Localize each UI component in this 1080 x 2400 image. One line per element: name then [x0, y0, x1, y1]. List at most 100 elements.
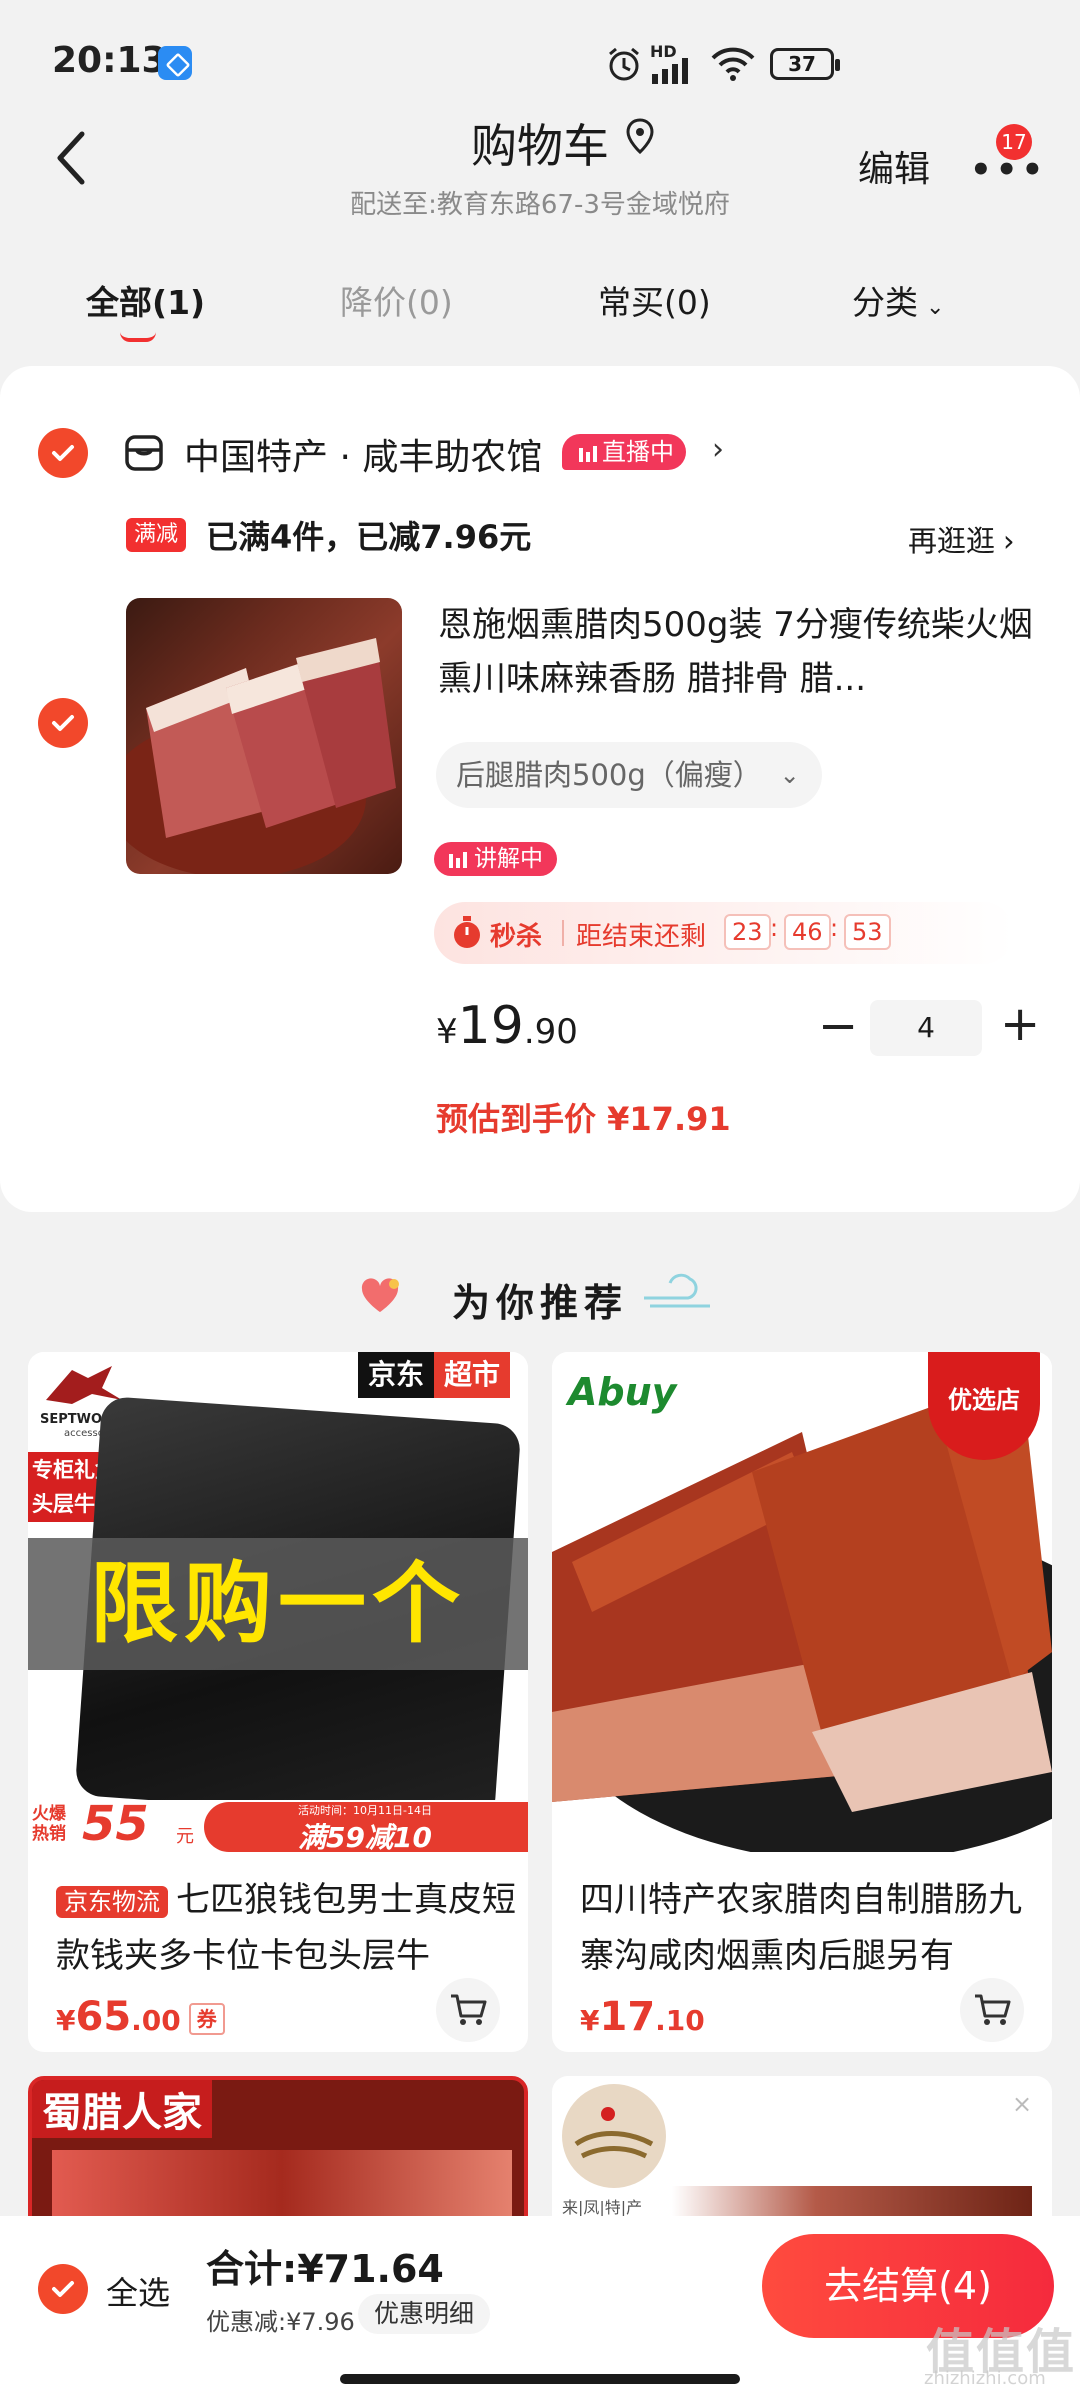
price-symbol: ¥: [580, 2004, 600, 2037]
discount-amount: 优惠减:¥7.96: [206, 2308, 355, 2336]
seckill-label: 秒杀: [490, 922, 543, 952]
supermarket-label: 超市: [434, 1352, 511, 1398]
select-all-checkbox[interactable]: [38, 2264, 88, 2314]
quantity-minus-button[interactable]: −: [818, 998, 858, 1054]
price-int: 17: [599, 1994, 656, 2040]
price-symbol: ¥: [56, 2004, 76, 2037]
jd-supermarket-label: 京东 超市: [358, 1352, 511, 1398]
hot-label: 火爆热销: [32, 1804, 66, 1844]
price-dec: .90: [523, 1012, 578, 1052]
limit-overlay: 限购一个: [28, 1538, 528, 1670]
tab-price-drop[interactable]: 降价(0): [340, 276, 453, 324]
live-bars-icon: [579, 446, 597, 462]
shop-chevron-icon[interactable]: ›: [712, 432, 724, 467]
check-icon: [52, 2281, 74, 2297]
status-time: 20:13: [52, 40, 167, 81]
tab-active-indicator: [120, 332, 156, 342]
discount-detail-button[interactable]: 优惠明细: [358, 2294, 491, 2334]
countdown-hours: 23: [724, 914, 771, 950]
cart-icon: [451, 1994, 487, 2025]
estimated-price: 预估到手价 ¥17.91: [436, 1100, 731, 1138]
countdown-seconds: 53: [844, 914, 891, 950]
promo-price: 55: [82, 1796, 149, 1852]
abuy-logo: Abuy: [568, 1370, 677, 1414]
promo-price-unit: 元: [176, 1826, 194, 1847]
recommend-item-price: ¥65.00 券: [56, 1994, 225, 2040]
close-icon[interactable]: ×: [1012, 2090, 1032, 2118]
recommend-item-image[interactable]: Abuy 优选店: [552, 1352, 1052, 1862]
jd-label: 京东: [358, 1352, 435, 1398]
recommend-item[interactable]: 来|凤|特|产 ×: [552, 2076, 1052, 2236]
tab-category[interactable]: 分类 ⌄: [852, 276, 944, 324]
seckill-bar: 秒杀 距结束还剩 23 : 46 : 53: [434, 902, 1014, 964]
spec-label: 后腿腊肉500g（偏瘦）: [456, 758, 762, 792]
total-price: 合计:¥71.64: [206, 2247, 444, 2291]
brand-logo-text: 来|凤|特|产: [562, 2198, 643, 2217]
product-checkbox[interactable]: [38, 698, 88, 748]
chevron-right-icon: ›: [1003, 524, 1015, 558]
product-title[interactable]: 恩施烟熏腊肉500g装 7分瘦传统柴火烟熏川味麻辣香肠 腊排骨 腊...: [438, 598, 1038, 706]
countdown-sep: :: [830, 914, 839, 942]
jd-logistics-tag: 京东物流: [56, 1885, 168, 1918]
signal-icon: [652, 58, 688, 84]
recommend-item[interactable]: 京东 超市 SEPTWOLVES accessories 专柜礼盒头层牛皮 限购…: [28, 1352, 528, 2052]
recommend-item-price: ¥17.10: [580, 1994, 705, 2040]
cloud-decoration-icon: [644, 1273, 710, 1308]
recommend-title: 为你推荐: [451, 1281, 628, 1325]
tab-all[interactable]: 全部(1): [86, 276, 205, 324]
shop-name[interactable]: 中国特产 · 咸丰助农馆: [184, 428, 542, 480]
edit-button[interactable]: 编辑: [858, 140, 930, 192]
location-pin-icon[interactable]: [626, 118, 654, 154]
selected-store-badge: 优选店: [928, 1352, 1040, 1460]
stroll-label: 再逛逛: [908, 524, 996, 558]
recommend-item-image-label: 蜀腊人家: [32, 2080, 212, 2138]
select-all-label[interactable]: 全选: [106, 2268, 170, 2314]
stopwatch-icon: [454, 916, 480, 948]
shop-icon: [125, 435, 163, 471]
live-bars-icon: [449, 852, 467, 868]
promo-text: 已满4件，已减7.96元: [206, 518, 532, 556]
cart-icon: [975, 1994, 1011, 2025]
brand-logo-icon: [562, 2084, 666, 2188]
recommend-item[interactable]: 蜀腊人家: [28, 2076, 528, 2236]
chevron-down-icon: ⌄: [779, 761, 800, 789]
price-int: 65: [75, 1994, 132, 2040]
quantity-input[interactable]: 4: [870, 1000, 982, 1056]
countdown-minutes: 46: [784, 914, 831, 950]
watermark-url: zhizhizhi.com: [924, 2368, 1046, 2389]
recommend-item-image[interactable]: 京东 超市 SEPTWOLVES accessories 专柜礼盒头层牛皮 限购…: [28, 1352, 528, 1854]
seckill-divider: [562, 920, 564, 946]
chevron-down-icon: ⌄: [926, 295, 945, 320]
product-price: ¥19.90: [436, 996, 578, 1056]
price-dec: .00: [131, 2004, 181, 2037]
promo-tag: 满减: [126, 518, 186, 552]
product-image[interactable]: [126, 598, 402, 874]
add-to-cart-button[interactable]: [436, 1978, 500, 2042]
tab-frequent[interactable]: 常买(0): [598, 276, 711, 324]
wifi-icon: [711, 47, 755, 81]
recommend-item-title[interactable]: 四川特产农家腊肉自制腊肠九寨沟咸肉烟熏肉后腿另有: [580, 1872, 1050, 1984]
countdown-sep: :: [770, 914, 779, 942]
spec-selector[interactable]: 后腿腊肉500g（偏瘦） ⌄: [436, 742, 822, 808]
status-bar: 20:13 HD 37: [0, 0, 1080, 120]
price-int: 19: [457, 996, 524, 1056]
promo-banner-text: 满59减10: [298, 1821, 432, 1854]
recommend-item-title[interactable]: 京东物流 七匹狼钱包男士真皮短款钱夹多卡位卡包头层牛: [56, 1872, 526, 1984]
stroll-link[interactable]: 再逛逛 ›: [908, 518, 1015, 560]
add-to-cart-button[interactable]: [960, 1978, 1024, 2042]
battery-indicator: 37: [770, 48, 840, 80]
app-notification-icon: [158, 46, 192, 80]
price-symbol: ¥: [436, 1012, 458, 1052]
tab-category-label: 分类: [852, 283, 918, 322]
more-badge: 17: [996, 124, 1032, 160]
check-icon: [52, 445, 74, 461]
coupon-tag: 券: [188, 2003, 225, 2035]
countdown-label: 距结束还剩: [576, 922, 707, 952]
shop-checkbox[interactable]: [38, 428, 88, 478]
check-icon: [52, 715, 74, 731]
quantity-plus-button[interactable]: +: [1000, 996, 1040, 1052]
recommend-item[interactable]: Abuy 优选店 四川特产农家腊肉自制腊肠九寨沟咸肉烟熏肉后腿另有 ¥17.10: [552, 1352, 1052, 2052]
price-dec: .10: [655, 2004, 705, 2037]
alarm-icon: [609, 47, 639, 81]
home-indicator[interactable]: [340, 2374, 740, 2384]
